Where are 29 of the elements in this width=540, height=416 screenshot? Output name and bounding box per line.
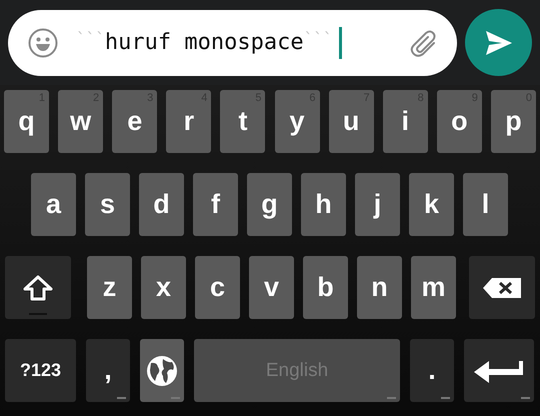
enter-key[interactable] [464,339,534,402]
letter-key[interactable]: k [409,173,454,236]
globe-icon [145,354,179,388]
punctuation-key[interactable]: , [86,339,130,402]
letter-key[interactable]: x [141,256,186,319]
send-icon [484,30,512,56]
enter-icon [473,358,525,382]
letter-key[interactable]: a [31,173,76,236]
letter-key[interactable]: m [411,256,456,319]
symbols-key[interactable]: ?123 [5,339,76,402]
smiley-icon [28,28,58,58]
letter-key[interactable]: b [303,256,348,319]
letter-key[interactable]: d [139,173,184,236]
letter-key[interactable]: g [247,173,292,236]
shift-key[interactable] [5,256,71,319]
letter-key[interactable]: f [193,173,238,236]
language-key[interactable] [140,339,184,402]
letter-key[interactable]: h [301,173,346,236]
letter-key[interactable]: z [87,256,132,319]
letter-key[interactable]: n [357,256,402,319]
shift-icon [23,274,53,300]
letter-key[interactable]: s [85,173,130,236]
punctuation-key[interactable]: . [410,339,454,402]
letter-key[interactable]: j [355,173,400,236]
letter-key[interactable]: l [463,173,508,236]
letter-key[interactable]: c [195,256,240,319]
letter-key[interactable]: v [249,256,294,319]
backspace-icon [482,276,522,298]
backspace-key[interactable] [469,256,535,319]
